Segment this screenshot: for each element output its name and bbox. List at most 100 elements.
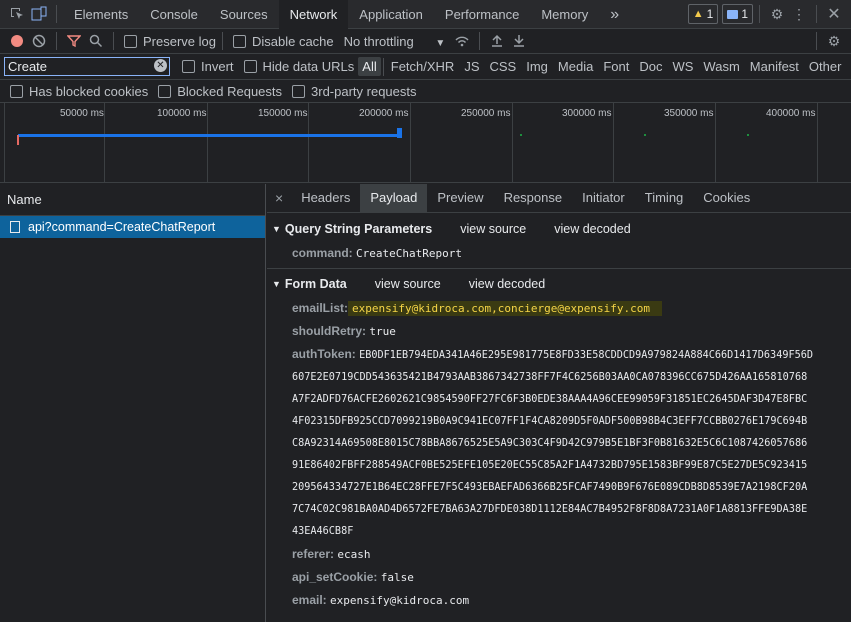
request-timing-end-marker — [397, 128, 402, 138]
filter-icon[interactable] — [63, 30, 85, 52]
form-param-referer: referer: ecash — [267, 543, 851, 566]
param-key: referer: — [292, 547, 335, 561]
authtoken-line: 43EA46CB8F — [292, 526, 354, 537]
more-tabs-button[interactable]: » — [599, 0, 630, 29]
document-icon — [10, 221, 20, 233]
preserve-log-checkbox[interactable]: Preserve log — [124, 34, 216, 49]
import-har-icon[interactable] — [486, 30, 508, 52]
type-filter-manifest[interactable]: Manifest — [745, 59, 804, 74]
type-filter-css[interactable]: CSS — [485, 59, 522, 74]
query-string-header[interactable]: ▼ Query String Parameters view source vi… — [267, 216, 851, 242]
form-view-source-link[interactable]: view source — [375, 277, 441, 291]
type-filter-wasm[interactable]: Wasm — [698, 59, 744, 74]
blocked-requests-label: Blocked Requests — [177, 83, 283, 99]
query-view-decoded-link[interactable]: view decoded — [554, 222, 630, 236]
form-data-header[interactable]: ▼ Form Data view source view decoded — [267, 271, 851, 297]
authtoken-line: C8A92314A69508E8015C78BBA8676525E5A9C303… — [292, 438, 808, 449]
gear-icon[interactable]: ⚙ — [766, 3, 788, 25]
inspect-element-icon[interactable] — [6, 3, 28, 25]
expand-triangle-icon[interactable]: ▼ — [272, 224, 281, 234]
expand-triangle-icon[interactable]: ▼ — [272, 279, 281, 289]
name-column-header[interactable]: Name — [0, 184, 265, 216]
tab-timing[interactable]: Timing — [635, 184, 694, 212]
param-value-highlighted: expensify@kidroca.com,concierge@expensif… — [348, 301, 663, 316]
grid-line — [817, 103, 818, 183]
checkbox-box[interactable] — [10, 84, 23, 98]
disable-cache-label: Disable cache — [251, 33, 334, 49]
grid-line — [207, 103, 208, 183]
authtoken-line: 607E2E0719CDD543635421B4793AAB3867342738… — [292, 372, 808, 383]
type-filter-fetch-xhr[interactable]: Fetch/XHR — [386, 59, 460, 74]
blocked-cookies-label: Has blocked cookies — [29, 83, 149, 99]
param-key: api_setCookie: — [292, 570, 378, 584]
param-key: authToken: — [292, 347, 356, 361]
type-filter-font[interactable]: Font — [598, 59, 634, 74]
blocked-requests-checkbox[interactable]: Blocked Requests — [158, 84, 282, 99]
checkbox-box[interactable] — [232, 34, 246, 48]
blocked-cookies-checkbox[interactable]: Has blocked cookies — [10, 84, 148, 99]
filter-input[interactable] — [5, 58, 151, 75]
authtoken-line: 4F02315DFB925CCD7099219B0A9C941EC07FF1F4… — [292, 416, 808, 427]
clear-icon[interactable] — [28, 30, 50, 52]
tab-performance[interactable]: Performance — [434, 0, 530, 29]
hide-data-urls-checkbox[interactable]: Hide data URLs — [243, 59, 354, 74]
close-details-icon[interactable]: × — [267, 190, 291, 206]
tab-network[interactable]: Network — [278, 0, 349, 29]
authtoken-line: 209564334727E1B64EC28FFE7F5C493EBAEFAD63… — [292, 482, 808, 493]
grid-line — [410, 103, 411, 183]
tab-cookies[interactable]: Cookies — [693, 184, 760, 212]
request-row[interactable]: api?command=CreateChatReport — [0, 216, 265, 238]
tab-elements[interactable]: Elements — [63, 0, 139, 29]
tab-payload[interactable]: Payload — [360, 184, 428, 212]
device-toolbar-icon[interactable] — [28, 3, 50, 25]
checkbox-box[interactable] — [243, 60, 257, 73]
query-view-source-link[interactable]: view source — [460, 222, 526, 236]
form-view-decoded-link[interactable]: view decoded — [469, 277, 545, 291]
checkbox-box[interactable] — [182, 60, 195, 73]
tab-memory[interactable]: Memory — [530, 0, 599, 29]
close-icon[interactable]: ✕ — [823, 3, 845, 25]
messages-badge[interactable]: 1 — [722, 4, 753, 24]
network-overview-timeline[interactable]: 50000 ms 100000 ms 150000 ms 200000 ms 2… — [0, 103, 851, 183]
checkbox-box[interactable] — [158, 84, 172, 98]
preserve-log-label: Preserve log — [143, 33, 216, 49]
type-filter-js[interactable]: JS — [459, 59, 484, 74]
tab-application[interactable]: Application — [348, 0, 434, 29]
kebab-menu-icon[interactable]: ⋮ — [788, 3, 810, 25]
record-icon[interactable] — [6, 30, 28, 52]
checkbox-box[interactable] — [124, 34, 137, 48]
type-filter-ws[interactable]: WS — [667, 59, 698, 74]
clear-filter-icon[interactable]: ✕ — [154, 59, 167, 72]
tab-response[interactable]: Response — [494, 184, 573, 212]
separator — [759, 5, 760, 23]
checkbox-box[interactable] — [292, 84, 306, 98]
type-filter-doc[interactable]: Doc — [634, 59, 667, 74]
warning-icon: ▲ — [692, 8, 704, 20]
grid-line — [512, 103, 513, 183]
tab-console[interactable]: Console — [139, 0, 209, 29]
third-party-checkbox[interactable]: 3rd-party requests — [292, 84, 417, 99]
grid-line — [613, 103, 614, 183]
tab-preview[interactable]: Preview — [427, 184, 493, 212]
network-settings-gear-icon[interactable]: ⚙ — [823, 30, 845, 52]
search-icon[interactable] — [85, 30, 107, 52]
separator — [816, 32, 817, 50]
throttling-select[interactable]: No throttling ▼ — [344, 34, 446, 49]
tab-initiator[interactable]: Initiator — [572, 184, 635, 212]
type-filter-img[interactable]: Img — [521, 59, 553, 74]
warnings-badge[interactable]: ▲ 1 — [687, 4, 719, 24]
filter-field[interactable]: ✕ — [4, 57, 170, 76]
export-har-icon[interactable] — [508, 30, 530, 52]
invert-checkbox[interactable]: Invert — [182, 59, 234, 74]
type-filter-all[interactable]: All — [358, 57, 381, 76]
tab-sources[interactable]: Sources — [209, 0, 279, 29]
network-conditions-icon[interactable] — [451, 30, 473, 52]
separator — [56, 32, 57, 50]
disable-cache-checkbox[interactable]: Disable cache — [232, 33, 334, 49]
type-filter-media[interactable]: Media — [553, 59, 598, 74]
timeline-tick: 50000 ms — [60, 108, 104, 119]
param-key: command: — [292, 246, 353, 260]
param-value: CreateChatReport — [356, 247, 462, 260]
type-filter-other[interactable]: Other — [804, 59, 847, 74]
tab-headers[interactable]: Headers — [291, 184, 360, 212]
